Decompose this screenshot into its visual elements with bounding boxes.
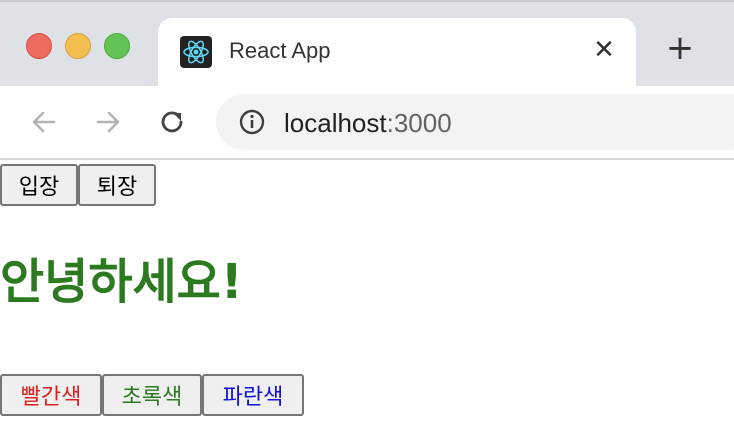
forward-arrow-icon[interactable] xyxy=(90,104,126,140)
url-text: localhost:3000 xyxy=(284,108,452,139)
browser-toolbar: localhost:3000 xyxy=(0,86,734,158)
green-color-button[interactable]: 초록색 xyxy=(102,374,202,416)
close-window-button[interactable] xyxy=(26,33,52,59)
exit-button[interactable]: 퇴장 xyxy=(78,164,156,206)
blue-color-button[interactable]: 파란색 xyxy=(202,374,304,416)
maximize-window-button[interactable] xyxy=(104,33,130,59)
address-bar[interactable]: localhost:3000 xyxy=(216,94,734,150)
window-top-border xyxy=(0,0,734,2)
enter-button[interactable]: 입장 xyxy=(0,164,78,206)
minimize-window-button[interactable] xyxy=(65,33,91,59)
new-tab-icon[interactable]: + xyxy=(662,28,698,68)
react-logo-icon xyxy=(180,36,212,68)
browser-tab-active[interactable]: React App ✕ xyxy=(158,18,636,86)
browser-tab-strip: React App ✕ + xyxy=(0,0,734,86)
close-tab-icon[interactable]: ✕ xyxy=(590,35,618,65)
reload-icon[interactable] xyxy=(154,104,190,140)
url-port: :3000 xyxy=(386,108,452,138)
red-color-button[interactable]: 빨간색 xyxy=(0,374,102,416)
back-arrow-icon[interactable] xyxy=(26,104,62,140)
url-host: localhost xyxy=(284,108,387,138)
page-content: 입장 퇴장 안녕하세요! 빨간색 초록색 파란색 xyxy=(0,160,734,440)
site-info-icon[interactable] xyxy=(238,108,266,136)
greeting-heading: 안녕하세요! xyxy=(0,254,243,310)
tab-title: React App xyxy=(229,38,331,63)
